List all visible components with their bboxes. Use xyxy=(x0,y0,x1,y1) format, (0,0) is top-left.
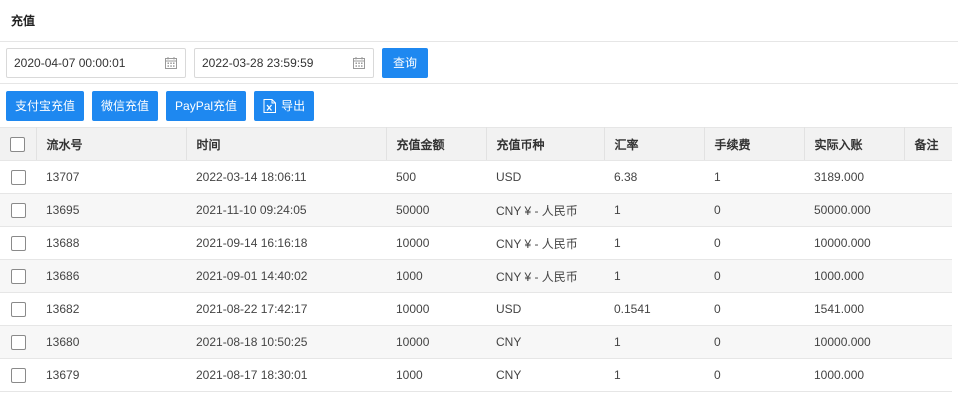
cell-note xyxy=(904,260,952,293)
header-rate: 汇率 xyxy=(604,127,705,161)
row-checkbox[interactable] xyxy=(10,235,26,251)
cell-fee: 1 xyxy=(714,170,721,184)
start-date-value: 2020-04-07 00:00:01 xyxy=(14,55,126,70)
cell-fee: 0 xyxy=(714,203,721,217)
select-all-checkbox[interactable] xyxy=(10,136,26,152)
cell-credited: 1000.000 xyxy=(814,269,865,283)
page-title: 充值 xyxy=(0,0,958,42)
cell-amount: 500 xyxy=(396,170,417,184)
calendar-icon xyxy=(353,56,365,69)
cell-currency: CNY xyxy=(496,368,522,382)
cell-fee: 0 xyxy=(714,335,721,349)
cell-serial-no: 13686 xyxy=(46,269,80,283)
row-checkbox[interactable] xyxy=(10,367,26,383)
cell-credited: 10000.000 xyxy=(814,236,871,250)
action-bar: 支付宝充值 微信充值 PayPal充值 导出 xyxy=(0,84,958,127)
cell-credited: 1541.000 xyxy=(814,302,865,316)
cell-rate: 1 xyxy=(614,269,621,283)
cell-currency: CNY ¥ - 人民币 xyxy=(496,203,578,218)
table-row: 13680 2021-08-18 10:50:25 10000 CNY 1 0 … xyxy=(0,325,952,359)
cell-currency: CNY ¥ - 人民币 xyxy=(496,269,578,284)
cell-currency: USD xyxy=(496,302,522,316)
cell-time: 2021-08-18 10:50:25 xyxy=(196,335,308,349)
row-checkbox[interactable] xyxy=(10,202,26,218)
start-date-input[interactable]: 2020-04-07 00:00:01 xyxy=(6,47,186,78)
row-checkbox[interactable] xyxy=(10,169,26,185)
cell-currency: USD xyxy=(496,170,522,184)
table-row: 13688 2021-09-14 16:16:18 10000 CNY ¥ - … xyxy=(0,227,952,260)
cell-note xyxy=(904,194,952,227)
cell-fee: 0 xyxy=(714,368,721,382)
header-serial-no: 流水号 xyxy=(36,127,187,161)
table-row: 13707 2022-03-14 18:06:11 500 USD 6.38 1… xyxy=(0,161,952,194)
table-row: 13686 2021-09-01 14:40:02 1000 CNY ¥ - 人… xyxy=(0,259,952,293)
cell-serial-no: 13688 xyxy=(46,236,80,250)
cell-time: 2021-08-22 17:42:17 xyxy=(196,302,308,316)
calendar-icon xyxy=(165,56,177,69)
header-note: 备注 xyxy=(904,127,952,161)
cell-amount: 10000 xyxy=(396,302,430,316)
cell-note xyxy=(904,359,952,392)
export-button[interactable]: 导出 xyxy=(254,90,315,121)
row-checkbox[interactable] xyxy=(10,268,26,284)
cell-currency: CNY ¥ - 人民币 xyxy=(496,236,578,251)
filter-bar: 2020-04-07 00:00:01 2022-03-28 23:59:59 xyxy=(0,42,958,84)
cell-rate: 1 xyxy=(614,335,621,349)
cell-amount: 1000 xyxy=(396,269,423,283)
cell-currency: CNY xyxy=(496,335,522,349)
cell-amount: 10000 xyxy=(396,236,430,250)
cell-rate: 1 xyxy=(614,203,621,217)
wechat-recharge-button[interactable]: 微信充值 xyxy=(92,90,159,121)
cell-serial-no: 13680 xyxy=(46,335,80,349)
cell-rate: 6.38 xyxy=(614,170,638,184)
cell-credited: 50000.000 xyxy=(814,203,871,217)
cell-time: 2021-08-17 18:30:01 xyxy=(196,368,308,382)
cell-serial-no: 13695 xyxy=(46,203,80,217)
row-checkbox[interactable] xyxy=(10,334,26,350)
table-row: 13682 2021-08-22 17:42:17 10000 USD 0.15… xyxy=(0,293,952,326)
cell-note xyxy=(904,326,952,359)
cell-rate: 0.1541 xyxy=(614,302,651,316)
cell-fee: 0 xyxy=(714,269,721,283)
select-all-cell xyxy=(0,127,37,161)
cell-amount: 50000 xyxy=(396,203,430,217)
cell-serial-no: 13707 xyxy=(46,170,80,184)
cell-rate: 1 xyxy=(614,236,621,250)
cell-fee: 0 xyxy=(714,302,721,316)
cell-note xyxy=(904,293,952,326)
cell-time: 2022-03-14 18:06:11 xyxy=(196,170,307,184)
header-fee: 手续费 xyxy=(704,127,805,161)
header-time: 时间 xyxy=(186,127,387,161)
paypal-recharge-button[interactable]: PayPal充值 xyxy=(166,90,247,121)
end-date-value: 2022-03-28 23:59:59 xyxy=(202,55,314,70)
export-label: 导出 xyxy=(281,99,306,113)
cell-note xyxy=(904,161,952,194)
cell-time: 2021-09-01 14:40:02 xyxy=(196,269,308,283)
cell-credited: 3189.000 xyxy=(814,170,865,184)
cell-time: 2021-11-10 09:24:05 xyxy=(196,203,307,217)
recharge-page: 充值 2020-04-07 00:00:01 2022-03-28 23:59:… xyxy=(0,0,958,399)
query-button[interactable]: 查询 xyxy=(382,47,428,78)
cell-amount: 1000 xyxy=(396,368,423,382)
excel-export-icon xyxy=(263,98,277,113)
cell-time: 2021-09-14 16:16:18 xyxy=(196,236,308,250)
table-header-row: 流水号 时间 充值金额 充值币种 汇率 手续费 实际入账 备注 xyxy=(0,127,952,161)
header-amount: 充值金额 xyxy=(386,127,487,161)
cell-note xyxy=(904,227,952,260)
header-credited: 实际入账 xyxy=(804,127,905,161)
end-date-input[interactable]: 2022-03-28 23:59:59 xyxy=(194,47,374,78)
table-row: 13679 2021-08-17 18:30:01 1000 CNY 1 0 1… xyxy=(0,359,952,392)
cell-serial-no: 13679 xyxy=(46,368,80,382)
header-currency: 充值币种 xyxy=(486,127,605,161)
cell-rate: 1 xyxy=(614,368,621,382)
cell-serial-no: 13682 xyxy=(46,302,80,316)
recharge-table: 流水号 时间 充值金额 充值币种 汇率 手续费 实际入账 备注 13707 20… xyxy=(0,127,952,392)
cell-amount: 10000 xyxy=(396,335,430,349)
cell-credited: 1000.000 xyxy=(814,368,865,382)
cell-fee: 0 xyxy=(714,236,721,250)
table-row: 13695 2021-11-10 09:24:05 50000 CNY ¥ - … xyxy=(0,193,952,227)
row-checkbox[interactable] xyxy=(10,301,26,317)
cell-credited: 10000.000 xyxy=(814,335,871,349)
alipay-recharge-button[interactable]: 支付宝充值 xyxy=(6,90,85,121)
